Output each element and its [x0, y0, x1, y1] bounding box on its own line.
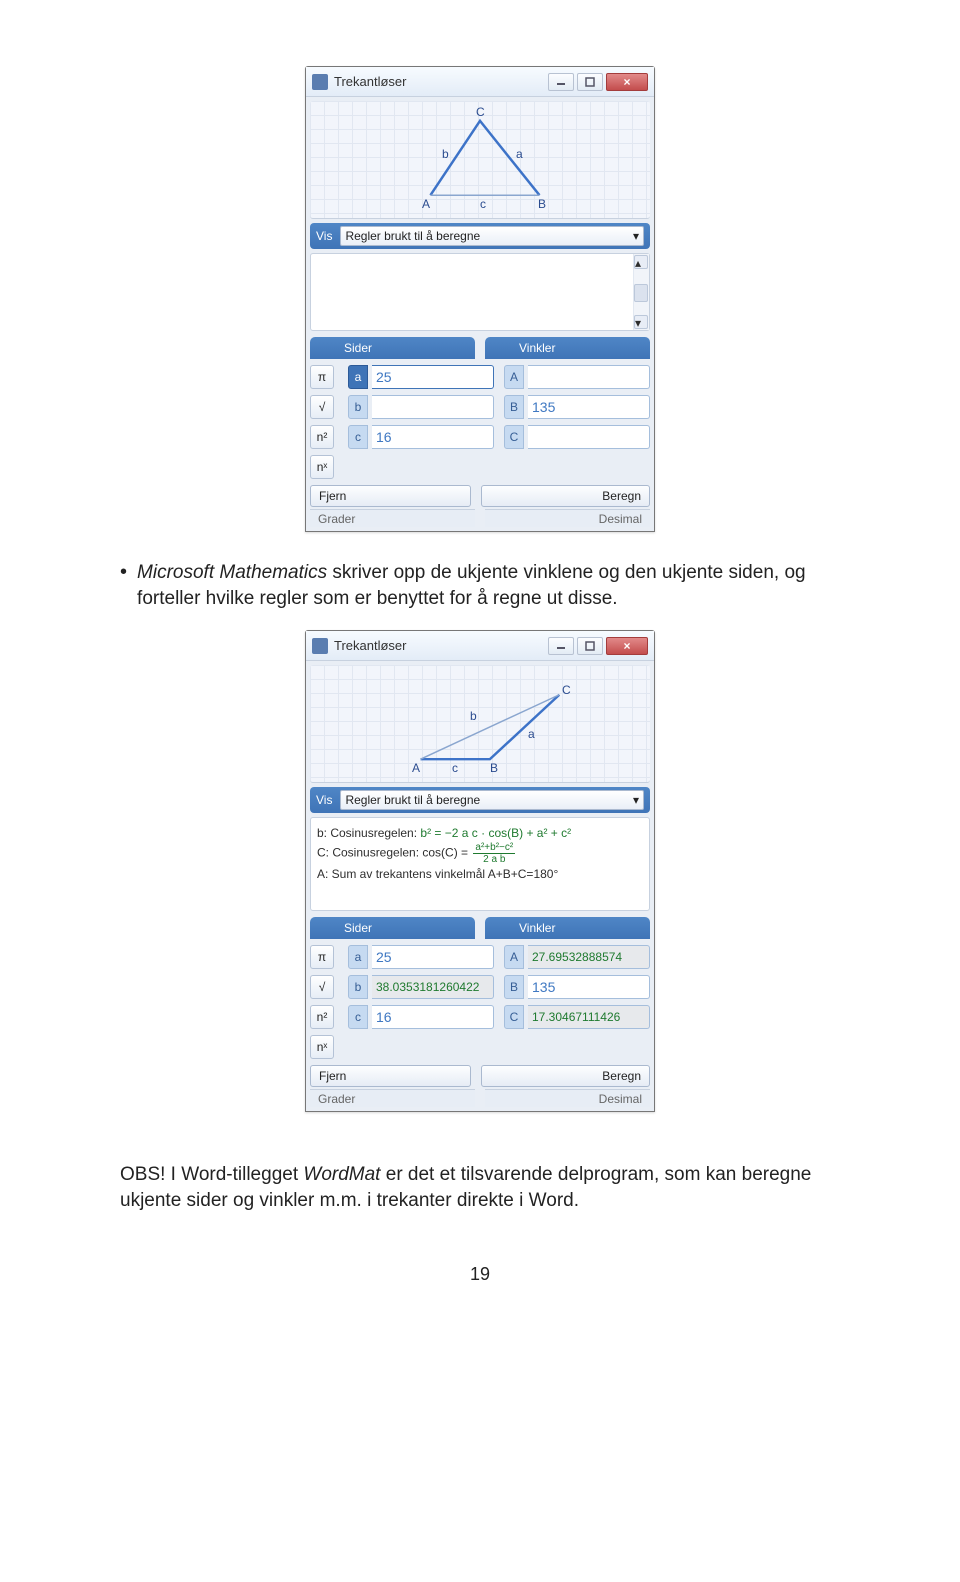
tab-vinkler[interactable]: Vinkler — [485, 337, 650, 359]
chevron-down-icon: ▾ — [633, 229, 639, 243]
scrollbar-thumb[interactable] — [634, 284, 648, 302]
angle-b-label: B — [504, 975, 524, 999]
symbol-pi[interactable]: π — [310, 945, 334, 969]
vertex-b: B — [490, 761, 498, 775]
side-b-output: 38.0353181260422 — [372, 975, 494, 999]
side-a: a — [516, 147, 523, 161]
rule-a: A: Sum av trekantens vinkelmål A+B+C=180… — [317, 867, 643, 881]
vis-selected: Regler brukt til å beregne — [345, 793, 480, 807]
side-a: a — [528, 727, 535, 741]
rules-panel: ▴ ▾ — [310, 253, 650, 331]
calculate-button[interactable]: Beregn — [481, 485, 650, 507]
triangle-canvas: C A B c b a — [310, 665, 650, 783]
note-text: OBS! I Word-tillegget WordMat er det et … — [120, 1162, 840, 1214]
side-c-label: c — [348, 425, 368, 449]
window-title: Trekantløser — [334, 74, 545, 89]
side-c: c — [452, 761, 458, 775]
angle-c-label: C — [504, 425, 524, 449]
vis-row: Vis Regler brukt til å beregne ▾ — [310, 787, 650, 813]
angle-c-label: C — [504, 1005, 524, 1029]
close-button[interactable]: × — [606, 637, 648, 655]
angle-a-label: A — [504, 365, 524, 389]
vertex-a: A — [412, 761, 420, 775]
window-titlebar: Trekantløser × — [306, 67, 654, 97]
page-number: 19 — [120, 1264, 840, 1285]
symbol-sqrt[interactable]: √ — [310, 975, 334, 999]
tab-sider[interactable]: Sider — [310, 337, 475, 359]
minimize-button[interactable] — [548, 73, 574, 91]
symbol-nx[interactable]: nˣ — [310, 1035, 334, 1059]
vis-label: Vis — [316, 793, 332, 807]
scroll-down-icon[interactable]: ▾ — [634, 315, 648, 329]
close-button[interactable]: × — [606, 73, 648, 91]
vis-row: Vis Regler brukt til å beregne ▾ — [310, 223, 650, 249]
clear-button[interactable]: Fjern — [310, 485, 471, 507]
side-b-label: b — [348, 395, 368, 419]
wordmat-italic: WordMat — [303, 1164, 380, 1185]
angle-a-input[interactable] — [528, 365, 650, 389]
rule-c: C: Cosinusregelen: cos(C) = a²+b²−c²2 a … — [317, 842, 643, 865]
app-icon — [312, 74, 328, 90]
vis-dropdown[interactable]: Regler brukt til å beregne ▾ — [340, 790, 644, 810]
angle-b-input[interactable]: 135 — [528, 395, 650, 419]
vertex-c: C — [476, 105, 485, 119]
status-degrees[interactable]: Grader — [310, 1089, 475, 1107]
bullet-item: • Microsoft Mathematics skriver opp de u… — [120, 560, 840, 612]
side-b: b — [470, 709, 477, 723]
maximize-button[interactable] — [577, 637, 603, 655]
screenshot-trekantloser-2: Trekantløser × C A B c b a Vis Regler br… — [305, 630, 655, 1112]
bullet-dot: • — [120, 560, 137, 612]
angle-b-label: B — [504, 395, 524, 419]
triangle-canvas: C A B c b a — [310, 101, 650, 219]
window-title: Trekantløser — [334, 638, 545, 653]
symbol-nx[interactable]: nˣ — [310, 455, 334, 479]
scroll-up-icon[interactable]: ▴ — [634, 255, 648, 269]
vis-selected: Regler brukt til å beregne — [345, 229, 480, 243]
calculate-button[interactable]: Beregn — [481, 1065, 650, 1087]
angle-c-input[interactable] — [528, 425, 650, 449]
bullet-text: Microsoft Mathematics skriver opp de ukj… — [137, 560, 840, 612]
screenshot-trekantloser-1: Trekantløser × C A B c b a Vis Regler br… — [305, 66, 655, 532]
side-a-label: a — [348, 365, 368, 389]
rule-b: b: Cosinusregelen: b² = −2 a c · cos(B) … — [317, 826, 643, 840]
side-a-label: a — [348, 945, 368, 969]
status-decimal[interactable]: Desimal — [485, 509, 650, 527]
maximize-button[interactable] — [577, 73, 603, 91]
vertex-b: B — [538, 197, 546, 211]
side-b-input[interactable] — [372, 395, 494, 419]
tab-vinkler[interactable]: Vinkler — [485, 917, 650, 939]
side-b-label: b — [348, 975, 368, 999]
side-a-input[interactable]: 25 — [372, 945, 494, 969]
side-a-input[interactable]: 25 — [372, 365, 494, 389]
symbol-sqrt[interactable]: √ — [310, 395, 334, 419]
side-c: c — [480, 197, 486, 211]
symbol-n2[interactable]: n² — [310, 425, 334, 449]
rules-panel: b: Cosinusregelen: b² = −2 a c · cos(B) … — [310, 817, 650, 911]
status-decimal[interactable]: Desimal — [485, 1089, 650, 1107]
window-titlebar: Trekantløser × — [306, 631, 654, 661]
vertex-c: C — [562, 683, 571, 697]
side-c-input[interactable]: 16 — [372, 1005, 494, 1029]
side-c-input[interactable]: 16 — [372, 425, 494, 449]
clear-button[interactable]: Fjern — [310, 1065, 471, 1087]
angle-a-label: A — [504, 945, 524, 969]
side-b: b — [442, 147, 449, 161]
symbol-n2[interactable]: n² — [310, 1005, 334, 1029]
chevron-down-icon: ▾ — [633, 793, 639, 807]
minimize-button[interactable] — [548, 637, 574, 655]
angle-c-output: 17.30467111426 — [528, 1005, 650, 1029]
app-icon — [312, 638, 328, 654]
tab-sider[interactable]: Sider — [310, 917, 475, 939]
angle-b-input[interactable]: 135 — [528, 975, 650, 999]
vis-label: Vis — [316, 229, 332, 243]
angle-a-output: 27.69532888574 — [528, 945, 650, 969]
vis-dropdown[interactable]: Regler brukt til å beregne ▾ — [340, 226, 644, 246]
side-c-label: c — [348, 1005, 368, 1029]
symbol-pi[interactable]: π — [310, 365, 334, 389]
app-name-italic: Microsoft Mathematics — [137, 562, 327, 583]
vertex-a: A — [422, 197, 430, 211]
status-degrees[interactable]: Grader — [310, 509, 475, 527]
